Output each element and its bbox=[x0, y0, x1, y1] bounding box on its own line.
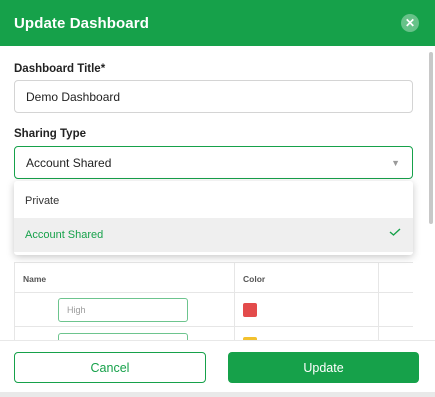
page-strip bbox=[0, 392, 435, 397]
dashboard-title-label: Dashboard Title* bbox=[14, 63, 106, 75]
close-button[interactable]: ✕ bbox=[401, 14, 419, 32]
modal-footer: Cancel Update bbox=[0, 340, 435, 397]
sharing-type-value: Account Shared bbox=[26, 155, 112, 170]
color-swatch[interactable] bbox=[243, 303, 257, 317]
update-dashboard-modal: Update Dashboard ✕ Dashboard Title* Demo… bbox=[0, 0, 435, 397]
checkmark-icon bbox=[389, 228, 401, 236]
sharing-type-select[interactable]: Account Shared ▼ bbox=[14, 146, 413, 179]
column-header-name: Name bbox=[23, 274, 47, 284]
modal-header: Update Dashboard ✕ bbox=[0, 0, 435, 46]
option-private[interactable]: Private bbox=[14, 184, 413, 218]
cancel-button[interactable]: Cancel bbox=[14, 352, 206, 383]
scrollbar[interactable] bbox=[429, 52, 433, 224]
option-label: Private bbox=[25, 195, 60, 207]
chevron-down-icon: ▼ bbox=[391, 158, 400, 168]
option-account-shared[interactable]: Account Shared bbox=[14, 218, 413, 252]
modal-title: Update Dashboard bbox=[14, 14, 149, 32]
threshold-table: Name Color High bbox=[14, 262, 413, 357]
dashboard-title-input[interactable]: Demo Dashboard bbox=[14, 80, 413, 113]
column-header-color: Color bbox=[243, 274, 266, 284]
close-icon: ✕ bbox=[404, 16, 416, 30]
sharing-type-label: Sharing Type bbox=[14, 128, 86, 140]
threshold-name-input[interactable]: High bbox=[58, 298, 188, 322]
update-button[interactable]: Update bbox=[228, 352, 419, 383]
sharing-type-dropdown: Private Account Shared bbox=[14, 181, 413, 255]
option-label: Account Shared bbox=[25, 229, 104, 241]
